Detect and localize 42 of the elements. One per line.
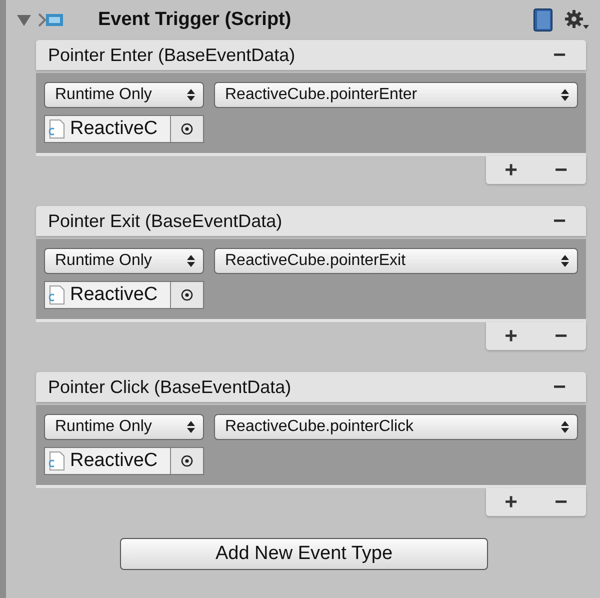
event-name: Pointer Enter (BaseEventData) [48,44,296,66]
script-file-icon [49,451,65,471]
script-component-icon [38,13,64,27]
target-icon [180,289,193,301]
remove-event-button[interactable]: − [545,211,574,231]
remove-event-button[interactable]: − [545,377,574,397]
remove-listener-button[interactable]: − [548,159,574,181]
foldout-arrow-icon[interactable] [16,13,32,27]
object-field[interactable]: ReactiveC [44,115,204,143]
function-dropdown[interactable]: ReactiveCube.pointerEnter [214,82,578,108]
dropdown-arrows-icon [187,255,195,267]
dropdown-arrows-icon [561,255,569,267]
dropdown-arrows-icon [187,89,195,101]
target-icon [180,455,193,467]
event-name: Pointer Exit (BaseEventData) [48,210,284,232]
settings-icon[interactable] [564,9,590,31]
dropdown-arrows-icon [561,89,569,101]
help-book-icon[interactable] [532,8,554,32]
remove-event-button[interactable]: − [545,45,574,65]
runtime-dropdown[interactable]: Runtime Only [44,248,204,274]
object-field[interactable]: ReactiveC [44,447,204,475]
add-listener-button[interactable]: + [498,491,524,513]
script-file-icon [49,285,65,305]
object-picker-button[interactable] [170,448,203,474]
add-listener-button[interactable]: + [498,159,524,181]
function-dropdown[interactable]: ReactiveCube.pointerClick [214,414,578,440]
remove-listener-button[interactable]: − [548,325,574,347]
add-listener-button[interactable]: + [498,325,524,347]
function-dropdown[interactable]: ReactiveCube.pointerExit [214,248,578,274]
event-name: Pointer Click (BaseEventData) [48,376,292,398]
add-event-type-button[interactable]: Add New Event Type [120,538,488,570]
object-picker-button[interactable] [170,116,203,142]
runtime-dropdown[interactable]: Runtime Only [44,414,204,440]
object-field[interactable]: ReactiveC [44,281,204,309]
dropdown-arrows-icon [187,421,195,433]
runtime-dropdown[interactable]: Runtime Only [44,82,204,108]
target-icon [180,123,193,135]
object-picker-button[interactable] [170,282,203,308]
remove-listener-button[interactable]: − [548,491,574,513]
script-file-icon [49,119,65,139]
dropdown-arrows-icon [561,421,569,433]
component-title: Event Trigger (Script) [98,9,292,31]
